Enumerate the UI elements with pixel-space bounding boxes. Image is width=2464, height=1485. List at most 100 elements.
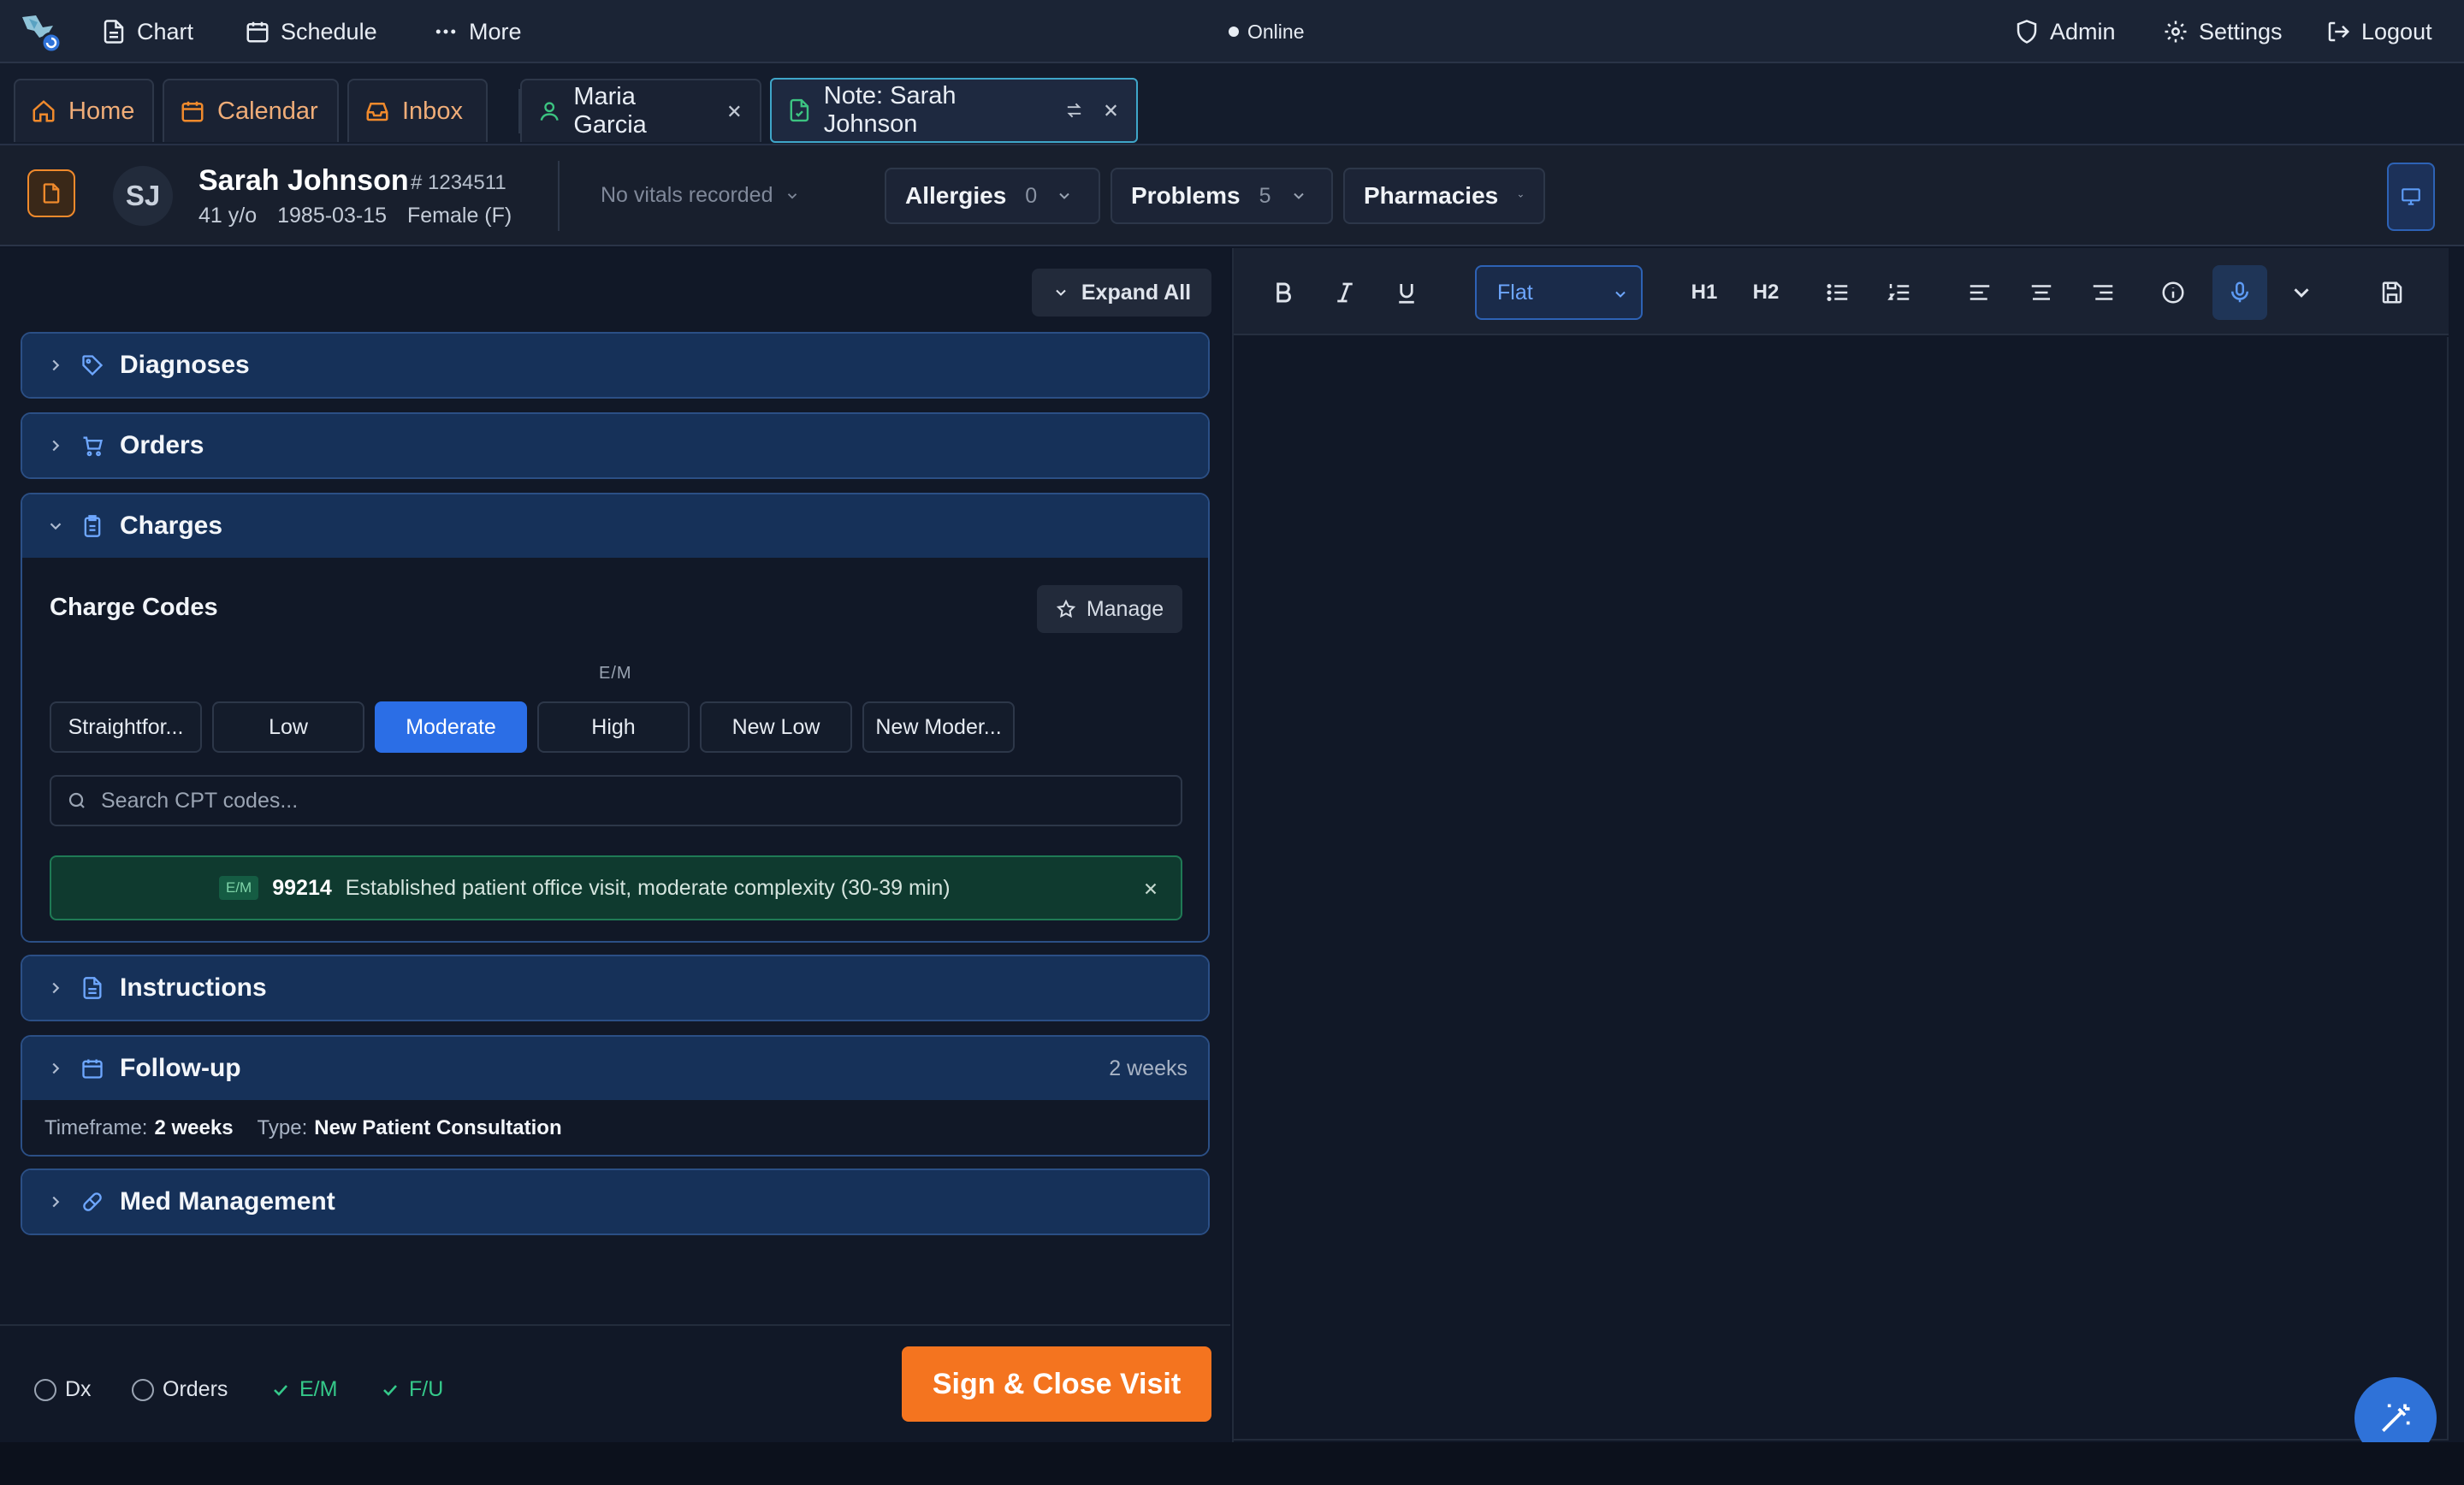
logout-link[interactable]: Logout bbox=[2325, 0, 2432, 63]
remove-code-icon[interactable] bbox=[1141, 879, 1160, 898]
sign-close-visit-button[interactable]: Sign & Close Visit bbox=[902, 1346, 1211, 1422]
info-button[interactable] bbox=[2149, 269, 2197, 317]
checklist-orders: Orders bbox=[132, 1377, 228, 1402]
pharmacies-chip[interactable]: Pharmacies bbox=[1343, 168, 1545, 224]
bold-icon bbox=[1276, 282, 1291, 303]
selected-cpt-code: E/M 99214 Established patient office vis… bbox=[50, 855, 1182, 920]
checklist-fu: F/U bbox=[380, 1377, 443, 1402]
app-logo-icon[interactable] bbox=[19, 12, 63, 55]
chevron-down-icon bbox=[1059, 192, 1069, 199]
vitals-dropdown[interactable]: No vitals recorded bbox=[601, 183, 800, 208]
bullet-list-button[interactable] bbox=[1814, 269, 1862, 317]
save-button[interactable] bbox=[2368, 269, 2416, 317]
note-text-area[interactable] bbox=[1234, 337, 2449, 1441]
charges-header[interactable]: Charges bbox=[22, 494, 1208, 558]
patient-demographics: 41 y/o 1985-03-15 Female (F) bbox=[198, 204, 512, 228]
chevron-down-icon bbox=[1519, 194, 1524, 198]
nav-chart[interactable]: Chart bbox=[101, 0, 193, 63]
chevron-right-icon bbox=[52, 982, 60, 994]
align-right-button[interactable] bbox=[2079, 269, 2127, 317]
align-left-button[interactable] bbox=[1956, 269, 2004, 317]
em-level-new-moderate[interactable]: New Moder... bbox=[862, 701, 1015, 753]
avatar: SJ bbox=[113, 166, 173, 226]
expand-all-button[interactable]: Expand All bbox=[1032, 269, 1211, 317]
settings-link[interactable]: Settings bbox=[2163, 0, 2283, 63]
header-divider bbox=[558, 161, 560, 231]
visit-footer: Dx Orders E/M F/U Sign & Close Visit bbox=[0, 1324, 1230, 1442]
search-icon bbox=[68, 792, 85, 808]
clipboard-icon bbox=[84, 515, 101, 537]
cpt-search-input[interactable]: Search CPT codes... bbox=[50, 775, 1182, 826]
chevron-right-icon bbox=[52, 440, 60, 452]
cpt-description: Established patient office visit, modera… bbox=[345, 875, 951, 900]
orders-title: Orders bbox=[120, 431, 204, 459]
incomplete-circle-icon bbox=[34, 1378, 56, 1401]
allergies-count: 0 bbox=[1025, 183, 1038, 208]
tab-home[interactable]: Home bbox=[14, 79, 154, 142]
chevron-right-icon bbox=[52, 1062, 60, 1074]
charges-body: Charge Codes Manage E/M Straightfor... L… bbox=[22, 558, 1208, 941]
tab-inbox[interactable]: Inbox bbox=[347, 79, 488, 142]
em-level-moderate[interactable]: Moderate bbox=[375, 701, 527, 753]
tab-maria-garcia[interactable]: Maria Garcia bbox=[520, 79, 761, 142]
cpt-code: 99214 bbox=[272, 875, 332, 900]
manage-button[interactable]: Manage bbox=[1037, 585, 1182, 633]
numbered-list-button[interactable] bbox=[1875, 269, 1923, 317]
followup-summary: 2 weeks bbox=[1109, 1056, 1188, 1080]
em-label: E/M bbox=[599, 664, 632, 683]
dictation-button[interactable] bbox=[2212, 265, 2267, 320]
em-badge: E/M bbox=[219, 876, 259, 900]
chevron-down-icon bbox=[788, 192, 797, 199]
patient-name: Sarah Johnson bbox=[198, 164, 409, 197]
heading2-button[interactable]: H2 bbox=[1742, 269, 1790, 317]
instructions-header[interactable]: Instructions bbox=[22, 956, 1208, 1020]
tab-maria-garcia-label: Maria Garcia bbox=[573, 83, 647, 139]
em-level-straightforward[interactable]: Straightfor... bbox=[50, 701, 202, 753]
close-icon[interactable] bbox=[1101, 100, 1121, 121]
tab-note-sarah-johnson[interactable]: Note: Sarah Johnson bbox=[770, 78, 1138, 143]
close-icon[interactable] bbox=[725, 101, 744, 121]
document-icon bbox=[83, 977, 102, 999]
logout-label: Logout bbox=[2361, 18, 2432, 44]
italic-button[interactable] bbox=[1321, 269, 1369, 317]
tag-icon bbox=[82, 355, 104, 376]
nav-schedule[interactable]: Schedule bbox=[245, 0, 377, 63]
orders-header[interactable]: Orders bbox=[22, 414, 1208, 477]
check-icon bbox=[274, 1384, 287, 1396]
swap-icon[interactable] bbox=[1064, 100, 1084, 121]
med-management-header[interactable]: Med Management bbox=[22, 1170, 1208, 1234]
bold-button[interactable] bbox=[1259, 269, 1307, 317]
user-icon bbox=[540, 102, 559, 121]
followup-header[interactable]: Follow-up 2 weeks bbox=[22, 1037, 1208, 1100]
admin-label: Admin bbox=[2050, 18, 2116, 44]
chevron-down-icon bbox=[1056, 289, 1066, 296]
allergies-chip[interactable]: Allergies 0 bbox=[885, 168, 1100, 224]
nav-more[interactable]: More bbox=[433, 0, 522, 63]
em-level-low[interactable]: Low bbox=[212, 701, 364, 753]
admin-link[interactable]: Admin bbox=[2014, 0, 2116, 63]
problems-chip[interactable]: Problems 5 bbox=[1111, 168, 1333, 224]
tab-calendar[interactable]: Calendar bbox=[163, 79, 339, 142]
dictation-options-button[interactable] bbox=[2277, 269, 2325, 317]
em-level-new-low[interactable]: New Low bbox=[700, 701, 852, 753]
text-style-select[interactable]: Flat bbox=[1475, 265, 1643, 320]
gear-icon bbox=[2165, 21, 2187, 43]
diagnoses-header[interactable]: Diagnoses bbox=[22, 334, 1208, 397]
note-icon bbox=[790, 98, 809, 122]
vitals-label: No vitals recorded bbox=[601, 183, 773, 207]
em-level-high[interactable]: High bbox=[537, 701, 690, 753]
align-center-button[interactable] bbox=[2017, 269, 2065, 317]
logout-icon bbox=[2328, 21, 2350, 42]
patient-sex: Female (F) bbox=[407, 204, 512, 228]
display-mode-button[interactable] bbox=[2387, 163, 2435, 231]
underline-button[interactable] bbox=[1383, 269, 1430, 317]
patient-file-button[interactable] bbox=[27, 169, 75, 217]
status-label: Online bbox=[1247, 20, 1305, 43]
home-icon bbox=[33, 100, 55, 122]
monitor-icon bbox=[2402, 188, 2420, 205]
checklist-em-label: E/M bbox=[299, 1377, 338, 1401]
cpt-search-placeholder: Search CPT codes... bbox=[101, 788, 299, 813]
tab-note-label: Note: Sarah Johnson bbox=[823, 82, 957, 138]
encounter-panel: Expand All Diagnoses Orders Charges Char… bbox=[0, 248, 1230, 1442]
heading1-button[interactable]: H1 bbox=[1680, 269, 1728, 317]
